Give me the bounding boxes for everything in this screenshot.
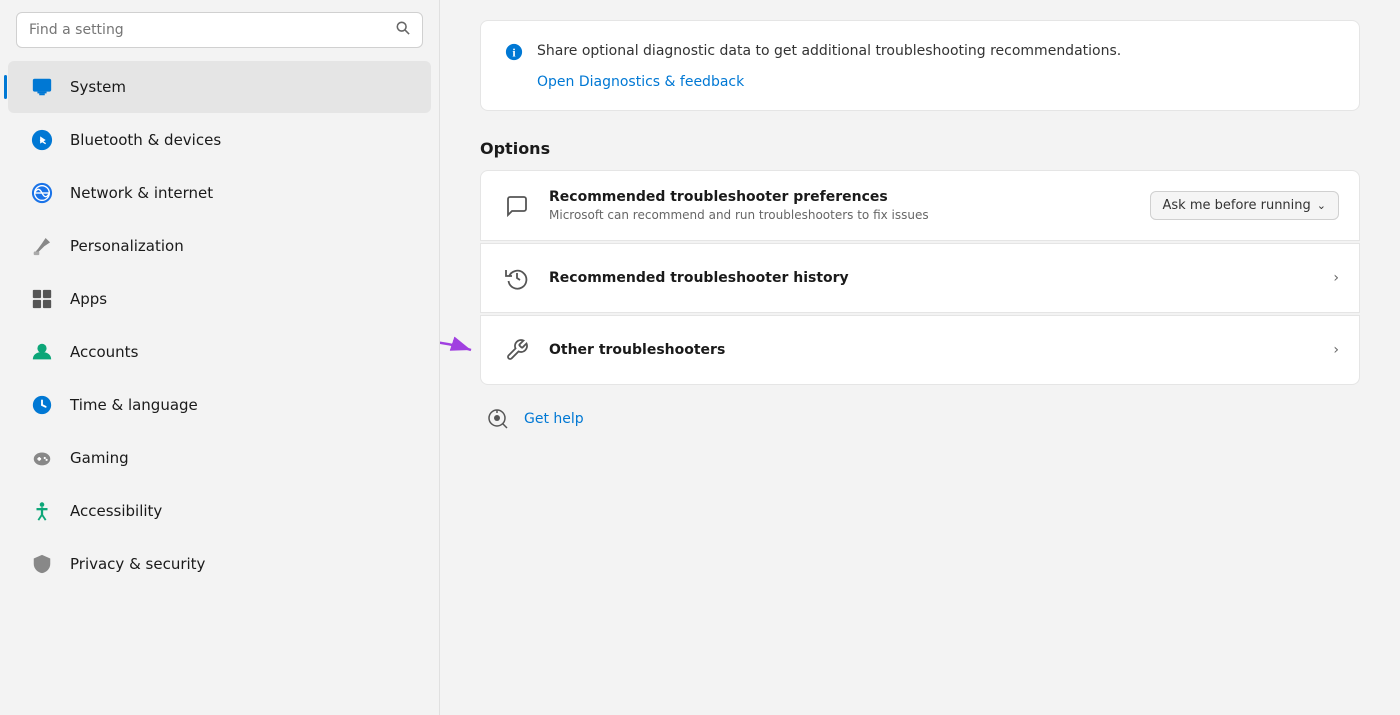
network-icon <box>28 179 56 207</box>
sidebar-item-network[interactable]: Network & internet <box>8 167 431 219</box>
sidebar-item-personalization[interactable]: Personalization <box>8 220 431 272</box>
option-card-other-troubleshooters[interactable]: Other troubleshooters › <box>480 315 1360 385</box>
get-help[interactable]: Get help <box>480 385 1360 433</box>
option-card-troubleshooter-history[interactable]: Recommended troubleshooter history › <box>480 243 1360 313</box>
sidebar-item-system[interactable]: System <box>8 61 431 113</box>
sidebar-item-label-system: System <box>70 78 126 96</box>
privacy-icon <box>28 550 56 578</box>
get-help-icon <box>484 405 512 433</box>
info-text: Share optional diagnostic data to get ad… <box>537 41 1121 62</box>
sidebar-nav: System Bluetooth & devices Network & inter… <box>0 60 439 591</box>
bluetooth-icon <box>28 126 56 154</box>
option-title-recommended-prefs: Recommended troubleshooter preferences <box>549 189 1134 205</box>
chevron-right-icon: › <box>1333 342 1339 358</box>
main-content: i Share optional diagnostic data to get … <box>440 0 1400 715</box>
accessibility-icon <box>28 497 56 525</box>
sidebar-item-accounts[interactable]: Accounts <box>8 326 431 378</box>
sidebar-item-label-gaming: Gaming <box>70 449 129 467</box>
options-list: Recommended troubleshooter preferences Mi… <box>480 170 1360 385</box>
sidebar-item-label-time: Time & language <box>70 396 198 414</box>
sidebar-item-label-network: Network & internet <box>70 184 213 202</box>
accounts-icon <box>28 338 56 366</box>
sidebar-item-label-bluetooth: Bluetooth & devices <box>70 131 221 149</box>
options-title: Options <box>480 139 1360 158</box>
apps-icon <box>28 285 56 313</box>
arrow-annotation <box>440 325 481 375</box>
time-icon <box>28 391 56 419</box>
sidebar-item-bluetooth[interactable]: Bluetooth & devices <box>8 114 431 166</box>
wrench-icon <box>501 334 533 366</box>
history-icon <box>501 262 533 294</box>
info-icon: i <box>505 43 523 66</box>
search-box[interactable] <box>16 12 423 48</box>
option-card-recommended-prefs[interactable]: Recommended troubleshooter preferences Mi… <box>480 170 1360 241</box>
sidebar-item-label-apps: Apps <box>70 290 107 308</box>
sidebar-item-label-accounts: Accounts <box>70 343 138 361</box>
option-title-other-troubleshooters: Other troubleshooters <box>549 342 1317 358</box>
sidebar-item-label-privacy: Privacy & security <box>70 555 205 573</box>
info-banner: i Share optional diagnostic data to get … <box>480 20 1360 111</box>
gaming-icon <box>28 444 56 472</box>
open-diagnostics-link[interactable]: Open Diagnostics & feedback <box>537 74 1121 90</box>
info-content: Share optional diagnostic data to get ad… <box>537 41 1121 90</box>
monitor-icon <box>28 73 56 101</box>
get-help-label[interactable]: Get help <box>524 411 584 427</box>
sidebar-item-label-personalization: Personalization <box>70 237 184 255</box>
option-desc-recommended-prefs: Microsoft can recommend and run troubles… <box>549 208 1134 222</box>
dropdown-recommended-prefs[interactable]: Ask me before running ⌄ <box>1150 191 1339 220</box>
sidebar-item-accessibility[interactable]: Accessibility <box>8 485 431 537</box>
sidebar: System Bluetooth & devices Network & inter… <box>0 0 440 715</box>
sidebar-item-gaming[interactable]: Gaming <box>8 432 431 484</box>
sidebar-item-privacy[interactable]: Privacy & security <box>8 538 431 590</box>
search-icon <box>396 21 410 39</box>
option-title-troubleshooter-history: Recommended troubleshooter history <box>549 270 1317 286</box>
brush-icon <box>28 232 56 260</box>
chat-icon <box>501 190 533 222</box>
sidebar-item-label-accessibility: Accessibility <box>70 502 162 520</box>
sidebar-item-apps[interactable]: Apps <box>8 273 431 325</box>
sidebar-item-time[interactable]: Time & language <box>8 379 431 431</box>
search-input[interactable] <box>29 22 388 38</box>
chevron-right-icon: › <box>1333 270 1339 286</box>
